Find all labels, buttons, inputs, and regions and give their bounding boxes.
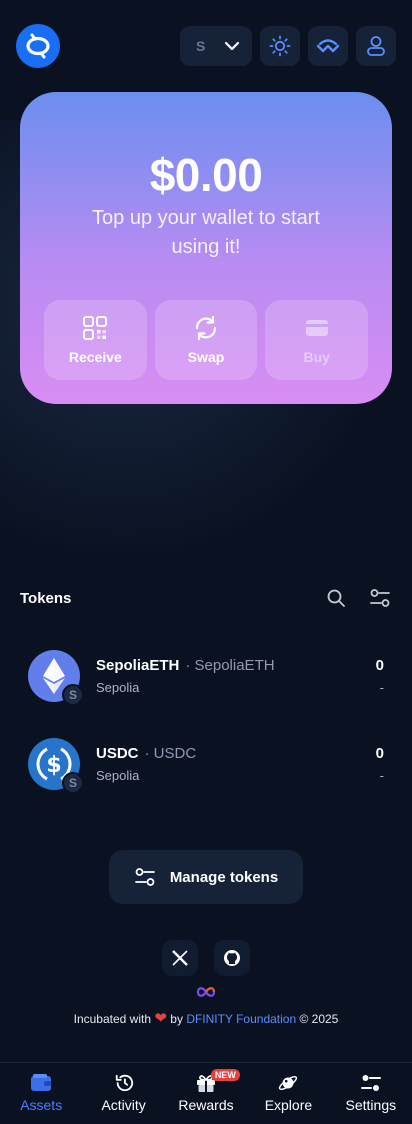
nav-assets-label: Assets [20,1097,63,1113]
app-logo[interactable] [16,24,60,68]
total-balance: $0.00 [149,149,263,201]
dfinity-link[interactable]: DFINITY Foundation [186,1012,296,1026]
balance-card: $0.00 Top up your wallet to start using … [20,92,392,404]
github-link[interactable] [214,940,250,976]
nav-activity-label: Activity [101,1097,146,1113]
token-symbol: · SepoliaETH [185,657,275,674]
profile-button[interactable] [356,26,396,66]
walletconnect-button[interactable] [308,26,348,66]
tokens-title: Tokens [20,590,72,607]
network-badge: S [62,772,84,794]
header-actions: S [180,26,396,66]
tokens-tools [324,586,392,610]
x-twitter-icon [172,950,188,966]
settings-icon [360,1075,381,1091]
manage-tokens-button[interactable]: Manage tokens [109,850,303,904]
buy-button[interactable]: Buy [265,300,369,380]
manage-tokens-label: Manage tokens [169,868,279,886]
nav-assets[interactable]: Assets [0,1063,82,1124]
receive-label: Receive [68,349,122,365]
card-actions: Receive Swap Buy [44,300,369,380]
token-name-text: SepoliaETH [96,657,180,674]
swap-label: Swap [187,349,225,365]
footer-suffix: © 2025 [299,1012,339,1026]
social-links [0,940,412,976]
token-network: Sepolia [96,768,140,783]
qr-code-icon [83,316,108,340]
nav-activity[interactable]: Activity [82,1063,164,1124]
sun-icon [269,35,291,57]
tokens-header: Tokens [20,584,392,614]
x-link[interactable] [162,940,198,976]
footer-by: by [170,1012,183,1026]
sliders-icon [134,868,155,886]
planet-icon [279,1075,298,1091]
swap-icon [195,315,217,341]
history-icon [115,1074,133,1092]
token-network: Sepolia [96,680,140,695]
footer-prefix: Incubated with [73,1012,152,1026]
github-icon [224,950,240,966]
filter-button[interactable] [368,586,392,610]
network-switcher[interactable]: S [180,26,252,66]
token-symbol: · USDC [144,745,197,762]
token-usd-value: - [379,768,384,783]
logo-icon [26,33,50,59]
bottom-nav: Assets Activity NEW Rewards Explore Sett… [0,1062,412,1124]
token-row-usdc[interactable]: $ S USDC · USDC Sepolia 0 - [28,738,384,794]
buy-label: Buy [303,349,330,365]
dfinity-logo-icon [196,987,216,997]
nav-settings-label: Settings [345,1097,397,1113]
footer-credit: Incubated with ❤ by DFINITY Foundation ©… [0,1009,412,1027]
header: S [16,24,396,68]
svg-text:$: $ [46,753,61,778]
token-row-sepoliaeth[interactable]: S SepoliaETH · SepoliaETH Sepolia 0 - [28,650,384,706]
chevron-down-icon [224,41,240,51]
top-up-message: Top up your wallet to start using it! [92,207,320,258]
walletconnect-icon [316,39,340,53]
network-badge: S [62,684,84,706]
network-letter: S [196,38,206,54]
theme-toggle-button[interactable] [260,26,300,66]
token-name: USDC · USDC [96,745,196,762]
heart-icon: ❤ [154,1010,167,1027]
token-balance: 0 [375,745,384,762]
user-icon [367,36,385,56]
token-name: SepoliaETH · SepoliaETH [96,657,275,674]
search-icon [327,589,345,607]
token-usd-value: - [379,680,384,695]
search-button[interactable] [324,586,348,610]
nav-explore[interactable]: Explore [247,1063,329,1124]
nav-rewards-label: Rewards [178,1097,234,1113]
nav-settings[interactable]: Settings [330,1063,412,1124]
receive-button[interactable]: Receive [44,300,147,380]
token-name-text: USDC [96,745,139,762]
new-badge: NEW [210,1069,240,1081]
swap-button[interactable]: Swap [154,300,258,380]
wallet-icon [31,1074,52,1091]
nav-explore-label: Explore [264,1097,313,1113]
token-balance: 0 [375,657,384,674]
sliders-icon [370,589,390,607]
nav-rewards[interactable]: NEW Rewards [165,1063,247,1124]
credit-card-icon [305,320,328,336]
